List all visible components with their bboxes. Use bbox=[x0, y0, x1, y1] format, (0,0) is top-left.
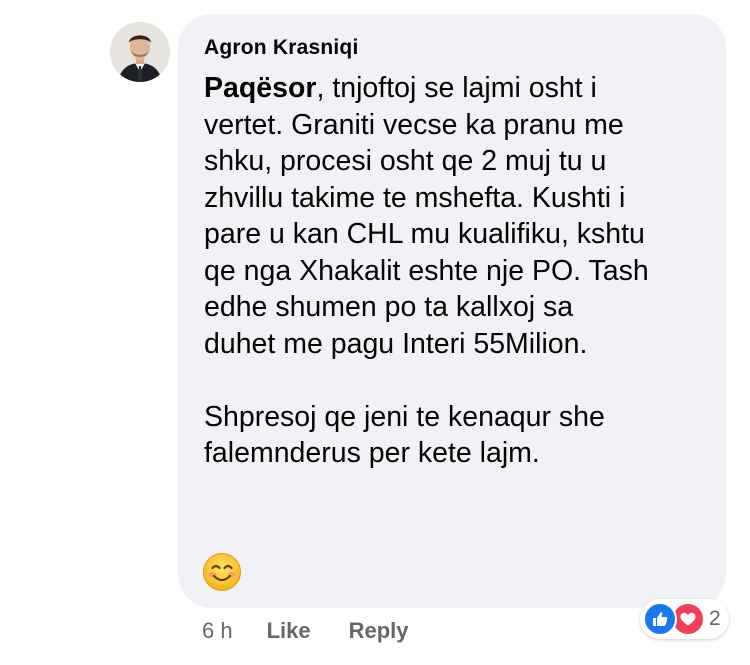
thumbs-up-icon bbox=[643, 602, 677, 636]
comment-author-name[interactable]: Agron Krasniqi bbox=[204, 36, 358, 60]
comment-body: Paqësor, tnjoftoj se lajmi osht i vertet… bbox=[204, 70, 714, 472]
comment-line: qe nga Xhakalit eshte nje PO. Tash bbox=[204, 254, 649, 287]
comment-line: vertet. Graniti vecse ka pranu me bbox=[204, 108, 624, 141]
author-avatar[interactable] bbox=[110, 22, 170, 82]
like-button[interactable]: Like bbox=[267, 618, 311, 644]
comment-line: Paqësor, tnjoftoj se lajmi osht i bbox=[204, 70, 714, 107]
comment-line-text: , tnjoftoj se lajmi osht i bbox=[316, 72, 597, 104]
mention-tag[interactable]: Paqësor bbox=[204, 72, 316, 104]
reply-button[interactable]: Reply bbox=[349, 618, 409, 644]
comment-line: shku, procesi osht qe 2 muj tu u bbox=[204, 145, 607, 177]
comment-bubble: Agron Krasniqi Paqësor, tnjoftoj se lajm… bbox=[178, 14, 726, 608]
reaction-count: 2 bbox=[709, 607, 721, 630]
comment-line: Shpresoj qe jeni te kenaqur she bbox=[204, 400, 605, 433]
comment-line: duhet me pagu Interi 55Milion. bbox=[204, 327, 588, 360]
reactions-summary[interactable]: 2 bbox=[640, 599, 729, 639]
comment-timestamp[interactable]: 6 h bbox=[202, 618, 233, 644]
avatar-portrait bbox=[110, 22, 170, 82]
smiling-face-emoji-icon bbox=[202, 552, 242, 592]
comment-line: zhvillu takime te mshefta. Kushti i bbox=[204, 181, 626, 214]
comment-line: edhe shumen po ta kallxoj sa bbox=[204, 291, 574, 323]
comment-line: pare u kan CHL mu kualifiku, kshtu bbox=[204, 218, 645, 250]
comment-line: falemnderus per kete lajm. bbox=[204, 437, 540, 469]
comment-actions: 6 h Like Reply bbox=[202, 614, 409, 648]
